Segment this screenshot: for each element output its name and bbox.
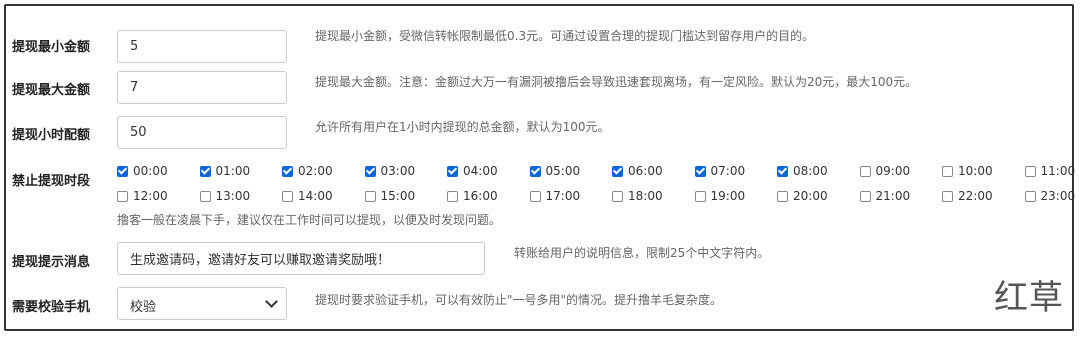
hour-checkbox-1200[interactable]: 12:00 bbox=[117, 189, 168, 203]
min-amount-input[interactable] bbox=[117, 30, 287, 63]
hour-checkbox-0700[interactable]: 07:00 bbox=[694, 164, 746, 178]
hour-label: 02:00 bbox=[298, 164, 333, 178]
checkbox-unchecked-icon[interactable] bbox=[364, 190, 376, 202]
checkbox-unchecked-icon[interactable] bbox=[447, 190, 458, 202]
phone-verify-help: 提现时要求验证手机，可以有效防止"一号多用"的情况。提升撸羊毛复杂度。 bbox=[315, 293, 723, 307]
hour-label: 09:00 bbox=[875, 164, 911, 178]
max-amount-input[interactable] bbox=[117, 71, 287, 104]
hour-checkbox-2100[interactable]: 21:00 bbox=[859, 189, 911, 203]
hour-label: 23:00 bbox=[1040, 189, 1076, 203]
checkbox-unchecked-icon[interactable] bbox=[1024, 165, 1036, 177]
checkbox-unchecked-icon[interactable] bbox=[942, 190, 953, 202]
hour-label: 14:00 bbox=[298, 189, 333, 203]
hour-label: 22:00 bbox=[958, 189, 993, 203]
hour-checkbox-0900[interactable]: 09:00 bbox=[859, 164, 911, 178]
tip-message-input[interactable] bbox=[117, 242, 485, 275]
hour-checkbox-1100[interactable]: 11:00 bbox=[1024, 164, 1076, 178]
hour-checkbox-0500[interactable]: 05:00 bbox=[529, 164, 581, 178]
checkbox-unchecked-icon[interactable] bbox=[859, 190, 871, 202]
hour-checkbox-1600[interactable]: 16:00 bbox=[447, 189, 498, 203]
hour-label: 08:00 bbox=[793, 164, 828, 178]
checkbox-unchecked-icon[interactable] bbox=[859, 165, 871, 177]
hour-label: 04:00 bbox=[463, 164, 498, 178]
phone-verify-label: 需要校验手机 bbox=[12, 300, 91, 315]
hour-label: 18:00 bbox=[628, 189, 663, 203]
hour-checkbox-1900[interactable]: 19:00 bbox=[694, 189, 746, 203]
hourly-quota-input[interactable] bbox=[117, 116, 287, 149]
hour-checkbox-0300[interactable]: 03:00 bbox=[364, 164, 416, 178]
hour-label: 03:00 bbox=[380, 164, 416, 178]
hourly-quota-help: 允许所有用户在1小时内提现的总金额，默认为100元。 bbox=[315, 120, 610, 134]
hour-label: 10:00 bbox=[958, 164, 993, 178]
checkbox-checked-icon[interactable] bbox=[447, 165, 458, 177]
checkbox-checked-icon[interactable] bbox=[199, 165, 211, 177]
phone-verify-selected: 校验 bbox=[130, 300, 157, 315]
checkbox-checked-icon[interactable] bbox=[117, 165, 128, 177]
checkbox-unchecked-icon[interactable] bbox=[777, 190, 788, 202]
max-amount-label: 提现最大金额 bbox=[12, 83, 91, 98]
hour-checkbox-1500[interactable]: 15:00 bbox=[364, 189, 416, 203]
checkbox-unchecked-icon[interactable] bbox=[694, 190, 706, 202]
hour-checkbox-1800[interactable]: 18:00 bbox=[612, 189, 663, 203]
hour-label: 11:00 bbox=[1040, 164, 1076, 178]
hour-checkbox-0800[interactable]: 08:00 bbox=[777, 164, 828, 178]
hourly-quota-label: 提现小时配额 bbox=[12, 128, 91, 143]
checkbox-unchecked-icon[interactable] bbox=[199, 190, 211, 202]
checkbox-checked-icon[interactable] bbox=[612, 165, 623, 177]
chevron-down-icon bbox=[265, 295, 278, 308]
hour-checkbox-0400[interactable]: 04:00 bbox=[447, 164, 498, 178]
checkbox-checked-icon[interactable] bbox=[529, 165, 541, 177]
hour-label: 12:00 bbox=[133, 189, 168, 203]
tip-message-label: 提现提示消息 bbox=[12, 255, 91, 270]
hour-label: 01:00 bbox=[215, 164, 251, 178]
checkbox-checked-icon[interactable] bbox=[694, 165, 706, 177]
checkbox-unchecked-icon[interactable] bbox=[282, 190, 293, 202]
blocked-hours-help: 撸客一般在凌晨下手，建议仅在工作时间可以提现，以便及时发现问题。 bbox=[117, 213, 502, 227]
hour-label: 13:00 bbox=[215, 189, 251, 203]
max-amount-help: 提现最大金额。注意：金额过大万一有漏洞被撸后会导致迅速套现离场，有一定风险。默认… bbox=[315, 75, 918, 89]
hour-checkbox-0200[interactable]: 02:00 bbox=[282, 164, 333, 178]
hour-label: 19:00 bbox=[710, 189, 746, 203]
tip-message-help: 转账给用户的说明信息，限制25个中文字符内。 bbox=[514, 246, 770, 260]
hour-checkbox-0000[interactable]: 00:00 bbox=[117, 164, 168, 178]
hour-checkbox-0600[interactable]: 06:00 bbox=[612, 164, 663, 178]
blocked-hours-label: 禁止提现时段 bbox=[12, 174, 91, 189]
checkbox-unchecked-icon[interactable] bbox=[117, 190, 128, 202]
hour-checkbox-0100[interactable]: 01:00 bbox=[199, 164, 251, 178]
hour-checkbox-1000[interactable]: 10:00 bbox=[942, 164, 993, 178]
hour-label: 21:00 bbox=[875, 189, 911, 203]
checkbox-unchecked-icon[interactable] bbox=[942, 165, 953, 177]
hour-label: 16:00 bbox=[463, 189, 498, 203]
min-amount-help: 提现最小金额，受微信转帐限制最低0.3元。可通过设置合理的提现门槛达到留存用户的… bbox=[315, 29, 815, 43]
hour-label: 20:00 bbox=[793, 189, 828, 203]
hour-label: 06:00 bbox=[628, 164, 663, 178]
settings-panel: 提现最小金额 提现最小金额，受微信转帐限制最低0.3元。可通过设置合理的提现门槛… bbox=[4, 4, 1076, 331]
watermark-logo: 红草 bbox=[994, 278, 1064, 318]
checkbox-unchecked-icon[interactable] bbox=[612, 190, 623, 202]
hour-label: 00:00 bbox=[133, 164, 168, 178]
checkbox-checked-icon[interactable] bbox=[364, 165, 376, 177]
hour-checkbox-1400[interactable]: 14:00 bbox=[282, 189, 333, 203]
hour-label: 15:00 bbox=[380, 189, 416, 203]
hour-label: 05:00 bbox=[545, 164, 581, 178]
checkbox-unchecked-icon[interactable] bbox=[1024, 190, 1036, 202]
hour-checkbox-2300[interactable]: 23:00 bbox=[1024, 189, 1076, 203]
hour-checkbox-2000[interactable]: 20:00 bbox=[777, 189, 828, 203]
phone-verify-select[interactable]: 校验 bbox=[117, 287, 287, 320]
checkbox-unchecked-icon[interactable] bbox=[529, 190, 541, 202]
checkbox-checked-icon[interactable] bbox=[282, 165, 293, 177]
checkbox-checked-icon[interactable] bbox=[777, 165, 788, 177]
hour-checkbox-2200[interactable]: 22:00 bbox=[942, 189, 993, 203]
hour-checkbox-1300[interactable]: 13:00 bbox=[199, 189, 251, 203]
min-amount-label: 提现最小金额 bbox=[12, 40, 91, 55]
hour-label: 17:00 bbox=[545, 189, 581, 203]
hour-checkbox-1700[interactable]: 17:00 bbox=[529, 189, 581, 203]
hour-label: 07:00 bbox=[710, 164, 746, 178]
